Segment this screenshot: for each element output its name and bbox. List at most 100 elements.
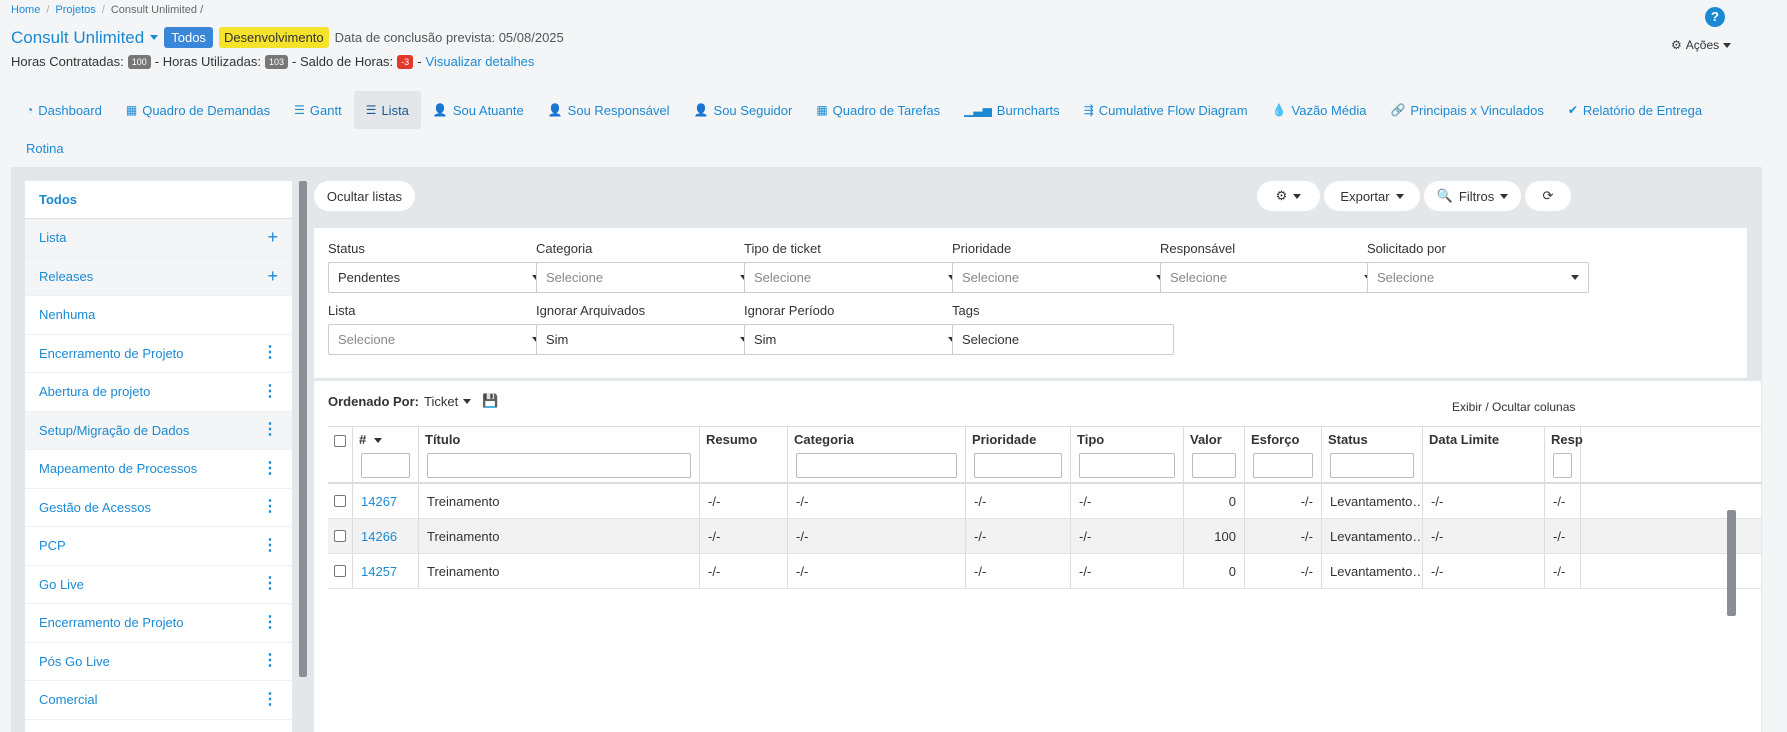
cell-id[interactable]: 14257	[353, 554, 419, 588]
column-header[interactable]: Prioridade	[966, 427, 1071, 482]
ticket-link[interactable]: 14267	[361, 494, 397, 509]
table-row[interactable]: 14257 Treinamento -/- -/- -/- -/- 0 -/- Levantam…	[328, 554, 1761, 589]
filter-input[interactable]: Selecione	[952, 324, 1174, 355]
column-filter-input[interactable]	[974, 453, 1062, 478]
sidebar-scrollbar[interactable]	[299, 181, 307, 677]
add-icon[interactable]: +	[267, 266, 278, 287]
tab-relat-rio-de-entrega[interactable]: ✔ Relatório de Entrega	[1556, 91, 1714, 129]
column-header[interactable]: Valor	[1184, 427, 1245, 482]
column-filter-input[interactable]	[1330, 453, 1414, 478]
column-header[interactable]: Tipo	[1071, 427, 1184, 482]
column-header[interactable]: Data Limite	[1423, 427, 1545, 482]
sidebar-item-lista[interactable]: Lista +	[25, 219, 292, 258]
column-filter-input[interactable]	[1192, 453, 1236, 478]
tab-quadro-de-tarefas[interactable]: ▦ Quadro de Tarefas	[804, 91, 952, 129]
filter-select[interactable]: Selecione	[952, 262, 1174, 293]
sidebar-item-go-live[interactable]: Go Live ⋮	[25, 566, 292, 604]
filter-select[interactable]: Selecione	[1160, 262, 1382, 293]
sidebar-item-encerramento-de-projeto[interactable]: Encerramento de Projeto ⋮	[25, 604, 292, 643]
tab-burncharts[interactable]: ▁▃▅ Burncharts	[952, 91, 1072, 129]
tab-principais-x-vinculados[interactable]: 🔗 Principais x Vinculados	[1378, 91, 1555, 129]
sidebar-item-pcp[interactable]: PCP ⋮	[25, 527, 292, 566]
toggle-columns-button[interactable]: Exibir / Ocultar colunas	[1452, 400, 1575, 414]
more-vertical-icon[interactable]: ⋮	[262, 537, 278, 554]
more-vertical-icon[interactable]: ⋮	[262, 383, 278, 400]
tab-dashboard[interactable]: ◔ Dashboard	[14, 91, 114, 129]
filter-select[interactable]: Selecione	[744, 262, 966, 293]
tab-cumulative-flow-diagram[interactable]: ⇶ Cumulative Flow Diagram	[1072, 91, 1260, 129]
tab-gantt[interactable]: ☰ Gantt	[282, 91, 354, 129]
ticket-link[interactable]: 14266	[361, 529, 397, 544]
sidebar-item-encerramento-de-projeto[interactable]: Encerramento de Projeto ⋮	[25, 335, 292, 373]
hide-lists-button[interactable]: Ocultar listas	[314, 181, 415, 211]
more-vertical-icon[interactable]: ⋮	[262, 499, 278, 515]
filter-select[interactable]: Sim	[744, 324, 966, 355]
column-filter-input[interactable]	[796, 453, 957, 478]
column-header[interactable]: Status	[1322, 427, 1423, 482]
filter-select[interactable]: Sim	[536, 324, 758, 355]
more-vertical-icon[interactable]: ⋮	[262, 614, 278, 631]
more-vertical-icon[interactable]: ⋮	[262, 653, 278, 669]
tab-sou-seguidor[interactable]: 👤 Sou Seguidor	[682, 91, 805, 129]
filter-select[interactable]: Pendentes	[328, 262, 550, 293]
breadcrumb-projetos[interactable]: Projetos	[55, 4, 95, 16]
breadcrumb-home[interactable]: Home	[11, 4, 40, 16]
tab-sou-atuante[interactable]: 👤 Sou Atuante	[421, 91, 536, 129]
help-icon[interactable]: ?	[1705, 7, 1725, 27]
cell-id[interactable]: 14267	[353, 484, 419, 518]
column-header[interactable]: Categoria	[788, 427, 966, 482]
row-checkbox[interactable]	[334, 565, 346, 577]
more-vertical-icon[interactable]: ⋮	[262, 460, 278, 477]
cell-id[interactable]: 14266	[353, 519, 419, 553]
sidebar-item-setup-migra-o-de-dados[interactable]: Setup/Migração de Dados ⋮	[25, 411, 292, 450]
save-icon[interactable]: 💾	[482, 393, 498, 409]
project-title[interactable]: Consult Unlimited	[11, 28, 144, 48]
ticket-link[interactable]: 14257	[361, 564, 397, 579]
column-filter-input[interactable]	[427, 453, 691, 478]
sidebar-item-mapeamento-de-processos[interactable]: Mapeamento de Processos ⋮	[25, 450, 292, 489]
row-checkbox[interactable]	[334, 495, 346, 507]
todos-badge[interactable]: Todos	[164, 27, 213, 48]
ordering-value[interactable]: Ticket	[424, 394, 458, 409]
column-filter-input[interactable]	[361, 453, 410, 478]
more-vertical-icon[interactable]: ⋮	[262, 422, 278, 438]
tab-rotina[interactable]: Rotina	[14, 129, 76, 167]
tab-lista[interactable]: ☰ Lista	[353, 91, 421, 129]
project-caret-icon[interactable]	[150, 35, 159, 40]
table-scrollbar[interactable]	[1727, 510, 1736, 616]
actions-menu[interactable]: ⚙ Ações	[1671, 38, 1732, 52]
select-all-checkbox[interactable]	[334, 435, 346, 447]
filter-select[interactable]: Selecione	[536, 262, 758, 293]
settings-button[interactable]: ⚙	[1257, 181, 1320, 211]
sidebar-item-p-s-go-live[interactable]: Pós Go Live ⋮	[25, 643, 292, 681]
filter-select[interactable]: Selecione	[1367, 262, 1589, 293]
sidebar-item-releases[interactable]: Releases +	[25, 257, 292, 296]
tab-quadro-de-demandas[interactable]: ▦ Quadro de Demandas	[114, 91, 282, 129]
column-header[interactable]: Resp	[1545, 427, 1583, 482]
add-icon[interactable]: +	[267, 227, 278, 248]
table-row[interactable]: 14267 Treinamento -/- -/- -/- -/- 0 -/- Levantam…	[328, 484, 1761, 519]
tab-sou-respons-vel[interactable]: 👤 Sou Responsável	[536, 91, 682, 129]
column-filter-input[interactable]	[1079, 453, 1175, 478]
column-header[interactable]: Título	[419, 427, 700, 482]
sidebar-item-gest-o-de-acessos[interactable]: Gestão de Acessos ⋮	[25, 489, 292, 527]
filter-select[interactable]: Selecione	[328, 324, 550, 355]
chevron-down-icon[interactable]	[463, 398, 472, 404]
refresh-button[interactable]: ⟳	[1525, 181, 1571, 211]
export-button[interactable]: Exportar	[1324, 181, 1420, 211]
more-vertical-icon[interactable]: ⋮	[262, 576, 278, 592]
column-filter-input[interactable]	[1253, 453, 1313, 478]
column-header[interactable]: Esforço	[1245, 427, 1322, 482]
table-row[interactable]: 14266 Treinamento -/- -/- -/- -/- 100 -/- Levant…	[328, 519, 1761, 554]
column-header[interactable]: Resumo	[700, 427, 788, 482]
view-details-link[interactable]: Visualizar detalhes	[426, 54, 535, 69]
column-filter-input[interactable]	[1553, 453, 1572, 478]
tab-vaz-o-m-dia[interactable]: 💧 Vazão Média	[1260, 91, 1379, 129]
more-vertical-icon[interactable]: ⋮	[262, 691, 278, 708]
column-header[interactable]: #	[353, 427, 419, 482]
sidebar-item-nenhuma[interactable]: Nenhuma	[25, 296, 292, 335]
row-checkbox[interactable]	[334, 530, 346, 542]
filters-button[interactable]: 🔍 Filtros	[1424, 181, 1521, 211]
sort-caret-icon[interactable]	[374, 438, 383, 444]
sidebar-item-abertura-de-projeto[interactable]: Abertura de projeto ⋮	[25, 373, 292, 412]
